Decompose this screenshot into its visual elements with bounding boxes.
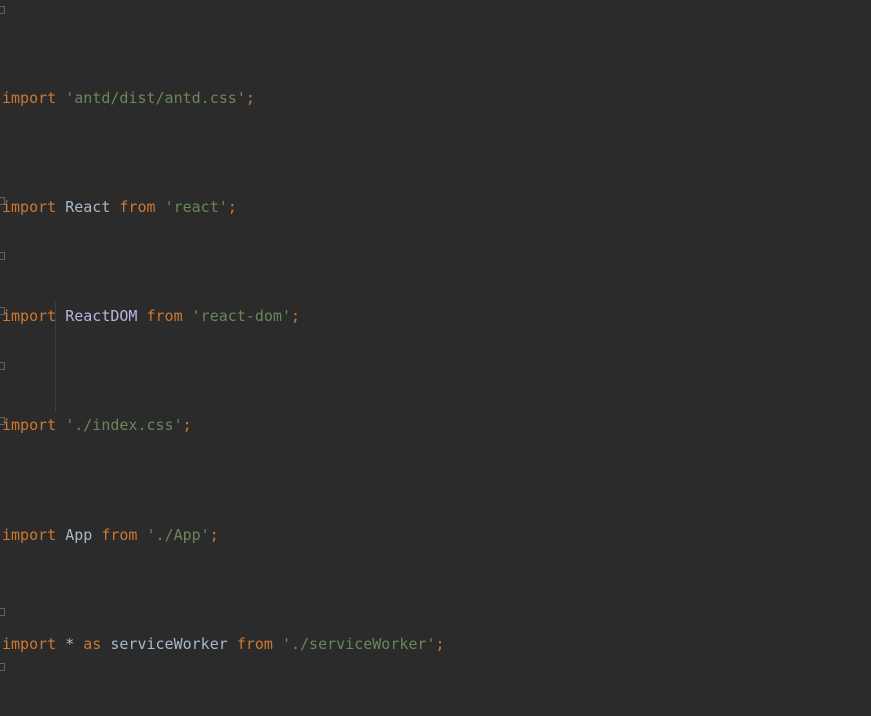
string-literal: 'antd/dist/antd.css' [65,88,246,107]
string-literal: './serviceWorker' [281,634,436,653]
keyword-import: import [2,307,57,326]
keyword-from: from [101,525,138,544]
code-line[interactable]: import './index.css'; [0,412,690,439]
keyword-from: from [236,634,273,653]
keyword-import: import [2,634,57,653]
code-line[interactable]: import * as serviceWorker from './servic… [0,631,690,658]
semicolon: ; [245,88,255,107]
keyword-as: as [83,634,102,653]
semicolon: ; [435,634,445,653]
import-binding: React [65,198,111,217]
code-content[interactable]: import 'antd/dist/antd.css'; import Reac… [0,0,690,716]
semicolon: ; [291,307,301,326]
code-line[interactable]: import React from 'react'; [0,194,690,221]
import-binding: App [65,525,93,544]
string-literal: 'react' [164,198,228,217]
keyword-import: import [2,198,57,217]
import-binding: serviceWorker [110,634,228,653]
code-line[interactable]: import 'antd/dist/antd.css'; [0,85,690,112]
keyword-import: import [2,88,57,107]
code-line[interactable]: import ReactDOM from 'react-dom'; [0,303,690,330]
string-literal: 'react-dom' [191,307,291,326]
wildcard-star: * [65,634,75,653]
semicolon: ; [209,525,219,544]
semicolon: ; [182,416,192,435]
code-line[interactable]: import App from './App'; [0,522,690,549]
import-binding: ReactDOM [65,307,138,326]
string-literal: './index.css' [65,416,183,435]
string-literal: './App' [146,525,210,544]
keyword-import: import [2,525,57,544]
semicolon: ; [227,198,237,217]
keyword-from: from [146,307,183,326]
code-editor[interactable]: import 'antd/dist/antd.css'; import Reac… [0,0,871,716]
keyword-import: import [2,416,57,435]
keyword-from: from [119,198,156,217]
